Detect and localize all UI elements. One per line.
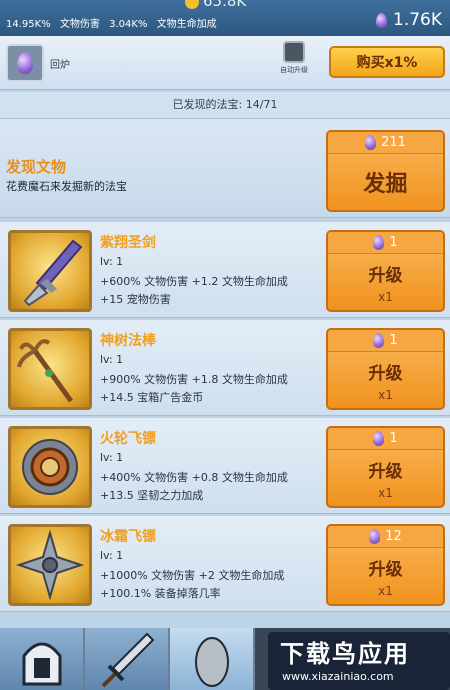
- egg-icon: [195, 637, 229, 687]
- coin-amount: 65.8K: [203, 0, 247, 10]
- watermark-title: 下载鸟应用: [280, 640, 410, 668]
- shuriken-icon: [8, 524, 92, 606]
- upgrade-cost: 12: [328, 526, 443, 548]
- gem-counter: 1.76K: [376, 10, 442, 30]
- artifact-level: lv: 1: [100, 353, 124, 366]
- artifact-level: lv: 1: [100, 255, 124, 268]
- upgrade-label-group: 升级 x1: [328, 352, 443, 408]
- upgrade-cost-value: 1: [389, 333, 398, 348]
- upgrade-button[interactable]: 1 升级 x1: [326, 426, 445, 508]
- dig-cost-value: 211: [381, 135, 406, 150]
- upgrade-cost: 1: [328, 330, 443, 352]
- buy-multiplier-button[interactable]: 购买x1%: [329, 46, 445, 78]
- tab-hero[interactable]: [0, 628, 85, 690]
- stat-damage-value: 14.95K%: [6, 19, 51, 30]
- upgrade-label: 升级: [368, 363, 403, 384]
- artifact-bonus-primary: +1000% 文物伤害 +2 文物生命加成: [100, 569, 285, 582]
- dig-label: 发掘: [363, 172, 408, 197]
- discovered-count: 已发现的法宝: 14/71: [0, 92, 450, 118]
- artifact-bonus-primary: +900% 文物伤害 +1.8 文物生命加成: [100, 373, 288, 386]
- artifact-bonus-secondary: +14.5 宝箱广告金币: [100, 391, 204, 404]
- top-stats-bar: 65.8K 14.95K% 文物伤害 3.04K% 文物生命加成 1.76K: [0, 0, 450, 36]
- sword-icon: [8, 230, 92, 312]
- upgrade-button[interactable]: 12 升级 x1: [326, 524, 445, 606]
- stat-health-value: 3.04K%: [109, 19, 148, 30]
- artifact-name: 紫翔圣剑: [100, 235, 156, 251]
- upgrade-label: 升级: [368, 461, 403, 482]
- upgrade-multiplier: x1: [378, 485, 393, 500]
- upgrade-button[interactable]: 1 升级 x1: [326, 230, 445, 312]
- artifact-bonus-secondary: +13.5 坚韧之力加成: [100, 489, 204, 502]
- gem-icon: [376, 12, 387, 28]
- stat-health-label: 文物生命加成: [156, 19, 217, 30]
- upgrade-cost: 1: [328, 428, 443, 450]
- artifact-bonus-secondary: +100.1% 装备掉落几率: [100, 587, 221, 600]
- gem-icon: [373, 235, 385, 250]
- artifact-bonus-secondary: +15 宠物伤害: [100, 293, 171, 306]
- helmet-icon: [22, 642, 62, 686]
- gem-icon: [373, 431, 385, 446]
- recall-button[interactable]: [6, 44, 44, 82]
- auto-upgrade-toggle[interactable]: 自动升级: [279, 41, 309, 75]
- upgrade-label: 升级: [368, 559, 403, 580]
- coin-counter: 65.8K: [185, 0, 246, 10]
- upgrade-cost-value: 12: [385, 529, 402, 544]
- artifact-level: lv: 1: [100, 549, 124, 562]
- gem-icon: [373, 333, 385, 348]
- artifact-name: 火轮飞镖: [100, 431, 156, 447]
- artifact-stats: 14.95K% 文物伤害 3.04K% 文物生命加成: [6, 15, 223, 30]
- discover-description: 花费魔石来发掘新的法宝: [6, 180, 127, 193]
- watermark: 下载鸟应用 www.xiazainiao.com: [268, 632, 450, 690]
- artifact-bonus-primary: +600% 文物伤害 +1.2 文物生命加成: [100, 275, 288, 288]
- recall-gem-icon: [17, 52, 33, 74]
- tab-equipment[interactable]: [85, 628, 170, 690]
- gem-total-value: 1.76K: [393, 10, 442, 30]
- upgrade-multiplier: x1: [378, 289, 393, 304]
- upgrade-button[interactable]: 1 升级 x1: [326, 328, 445, 410]
- upgrade-cost-value: 1: [389, 431, 398, 446]
- auto-upgrade-icon: [283, 41, 305, 63]
- sword-icon: [101, 632, 155, 688]
- dig-cost: 211: [328, 132, 443, 154]
- stat-damage-label: 文物伤害: [59, 19, 100, 30]
- auto-upgrade-label: 自动升级: [280, 66, 308, 74]
- recall-label: 回炉: [50, 60, 70, 71]
- tab-artifacts[interactable]: [170, 628, 255, 690]
- upgrade-label-group: 升级 x1: [328, 450, 443, 506]
- staff-icon: [8, 328, 92, 410]
- upgrade-label-group: 升级 x1: [328, 254, 443, 310]
- artifact-name: 神树法棒: [100, 333, 156, 349]
- discover-title: 发现文物: [6, 158, 67, 176]
- artifact-level: lv: 1: [100, 451, 124, 464]
- upgrade-label-group: 升级 x1: [328, 548, 443, 604]
- upgrade-multiplier: x1: [378, 583, 393, 598]
- artifact-bonus-primary: +400% 文物伤害 +0.8 文物生命加成: [100, 471, 288, 484]
- dig-button[interactable]: 211 发掘: [326, 130, 445, 212]
- upgrade-cost: 1: [328, 232, 443, 254]
- upgrade-label: 升级: [368, 265, 403, 286]
- artifact-name: 冰霜飞镖: [100, 529, 156, 545]
- fire-wheel-icon: [8, 426, 92, 508]
- coin-icon: [185, 0, 199, 9]
- watermark-url: www.xiazainiao.com: [282, 670, 394, 683]
- gem-icon: [369, 529, 381, 544]
- upgrade-cost-value: 1: [389, 235, 398, 250]
- gem-icon: [365, 135, 377, 150]
- upgrade-multiplier: x1: [378, 387, 393, 402]
